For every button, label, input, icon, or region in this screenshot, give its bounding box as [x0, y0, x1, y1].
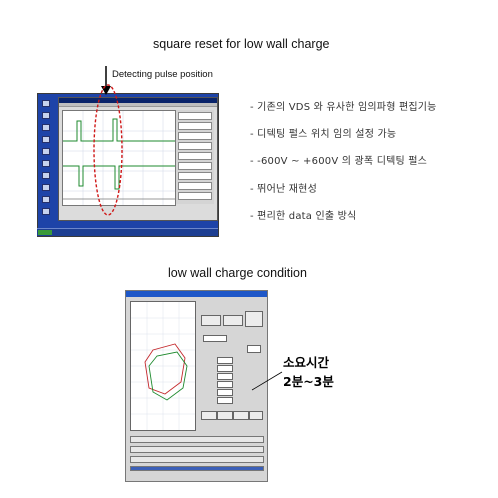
- callout-leader-line: [251, 371, 283, 391]
- callout-pointer: [251, 371, 283, 391]
